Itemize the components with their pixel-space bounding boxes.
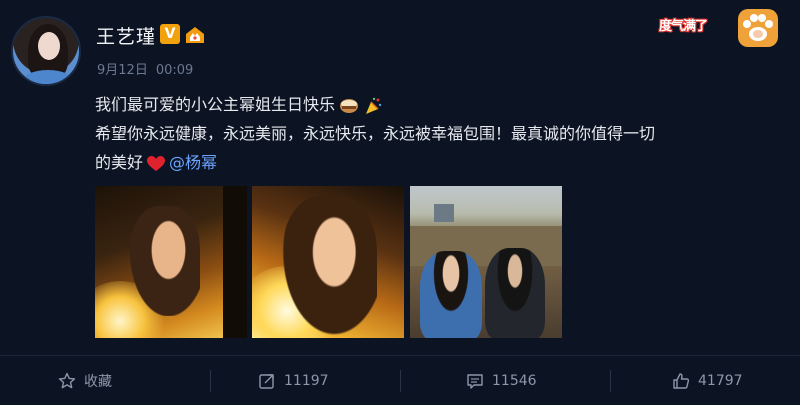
- like-button[interactable]: 41797: [672, 356, 743, 405]
- post-content: 我们最可爱的小公主幂姐生日快乐 希望你永远健康，永远美丽，永远快乐，永远被幸福包…: [95, 90, 785, 177]
- action-separator: [210, 370, 211, 392]
- photo-2[interactable]: [252, 186, 404, 338]
- action-separator: [400, 370, 401, 392]
- photo-2-figure: [282, 196, 377, 336]
- thumbs-up-icon: [673, 372, 690, 389]
- photo-1[interactable]: [95, 186, 247, 338]
- party-popper-icon: [366, 97, 382, 114]
- action-separator: [610, 370, 611, 392]
- photo-1-figure: [130, 206, 200, 316]
- content-line-2: 希望你永远健康，永远美丽，永远快乐，永远被幸福包围！最真诚的你值得一切: [95, 124, 656, 143]
- repost-button[interactable]: 11197: [258, 356, 329, 405]
- repost-count: 11197: [284, 372, 329, 389]
- paw-icon: [738, 9, 778, 47]
- avatar-shoulder: [19, 70, 77, 84]
- comment-count: 11546: [492, 372, 537, 389]
- sticker-badge: 度气满了: [655, 6, 785, 50]
- comment-icon: [467, 373, 483, 389]
- mention-link[interactable]: @杨幂: [169, 153, 217, 172]
- verified-badge-icon: V: [160, 24, 180, 44]
- heart-emoji-icon: [147, 155, 166, 171]
- avatar-face: [38, 32, 60, 60]
- post-time: 00:09: [155, 63, 194, 78]
- like-count: 41797: [698, 372, 743, 389]
- repost-icon: [259, 373, 274, 389]
- weibo-post: 王艺瑾 V 9月12日 00:09 度气满了 我们最可爱的小公主幂姐生日快乐 希…: [0, 0, 800, 405]
- photo-3-person-1: [420, 251, 482, 338]
- photo-3[interactable]: [410, 186, 562, 338]
- favorite-button[interactable]: 收藏: [58, 356, 112, 405]
- action-bar: 收藏 11197 11546 41797: [0, 356, 800, 405]
- crown-house-icon: [186, 27, 204, 43]
- content-text-3: 的美好: [95, 153, 144, 172]
- content-line-3: 的美好 @杨幂: [95, 148, 785, 177]
- content-text-1: 我们最可爱的小公主幂姐生日快乐: [95, 95, 336, 114]
- comment-button[interactable]: 11546: [466, 356, 537, 405]
- photo-1-frame: [223, 186, 247, 338]
- author-name[interactable]: 王艺瑾: [96, 22, 156, 49]
- favorite-label: 收藏: [84, 373, 112, 390]
- post-timestamp[interactable]: 9月12日 00:09: [97, 59, 193, 78]
- photo-3-hut: [434, 204, 454, 222]
- star-icon: [58, 372, 76, 388]
- content-line-1: 我们最可爱的小公主幂姐生日快乐: [95, 90, 785, 119]
- cake-emoji-icon: [340, 98, 359, 113]
- avatar[interactable]: [11, 16, 81, 86]
- sticker-text: 度气满了: [659, 19, 708, 34]
- photo-3-person-2: [485, 248, 545, 338]
- post-date: 9月12日: [97, 63, 148, 78]
